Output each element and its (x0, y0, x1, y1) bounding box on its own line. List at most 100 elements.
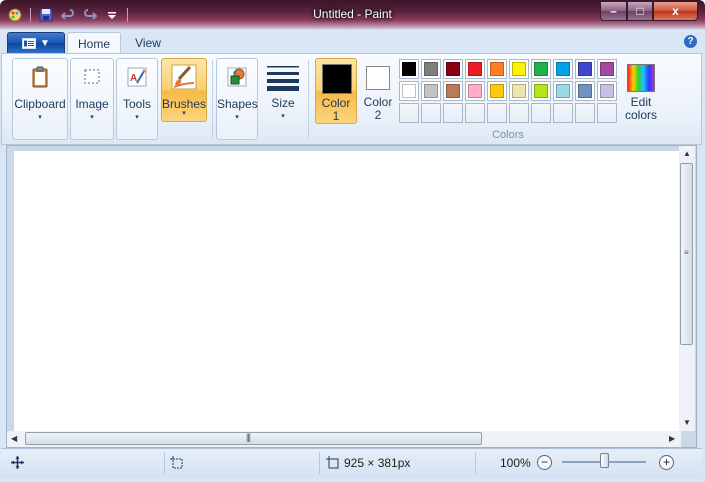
color-swatch (446, 84, 460, 98)
brushes-button[interactable]: Brushes ▾ (161, 58, 207, 122)
zoom-out-button[interactable]: − (537, 455, 552, 470)
palette-color[interactable] (443, 81, 463, 101)
app-menu-arrow-icon: ▼ (40, 37, 50, 49)
scroll-up-icon[interactable]: ▲ (683, 149, 691, 158)
tab-view[interactable]: View (124, 32, 172, 54)
color-swatch (402, 84, 416, 98)
maximize-button[interactable]: □ (627, 1, 653, 21)
palette-color[interactable] (531, 59, 551, 79)
horizontal-scrollbar[interactable]: ◀ ||| ▶ (7, 431, 681, 447)
color-swatch (534, 62, 548, 76)
palette-custom-slot[interactable] (487, 103, 507, 123)
palette-color[interactable] (443, 59, 463, 79)
palette-color[interactable] (465, 59, 485, 79)
grip-icon: ||| (246, 432, 251, 442)
palette-color[interactable] (509, 59, 529, 79)
color-swatch (402, 62, 416, 76)
palette-color[interactable] (575, 81, 595, 101)
status-separator (319, 452, 320, 474)
vertical-scrollbar[interactable]: ▲ ≡ ▼ (679, 146, 695, 431)
palette-color[interactable] (421, 59, 441, 79)
palette-custom-slot[interactable] (509, 103, 529, 123)
clipboard-icon (32, 66, 48, 88)
palette-color[interactable] (575, 59, 595, 79)
canvas-area: ▲ ≡ ▼ ◀ ||| ▶ (6, 145, 697, 448)
chevron-down-icon: ▾ (135, 114, 139, 121)
shapes-button[interactable]: Shapes ▾ (216, 58, 258, 140)
palette-custom-slot[interactable] (399, 103, 419, 123)
canvas-size-text: 925 × 381px (344, 456, 411, 470)
palette-custom-slot[interactable] (465, 103, 485, 123)
line-size-icon (267, 66, 299, 91)
select-icon (84, 69, 100, 84)
brush-icon (171, 64, 197, 90)
close-button[interactable]: x (653, 1, 698, 21)
status-separator (475, 452, 476, 474)
palette-color[interactable] (421, 81, 441, 101)
tools-label: Tools (122, 97, 151, 111)
palette-custom-slot[interactable] (443, 103, 463, 123)
canvas-size-icon (326, 456, 339, 469)
palette-color[interactable] (465, 81, 485, 101)
size-label: Size (271, 96, 295, 110)
title-bar[interactable]: Untitled - Paint – □ x (0, 0, 705, 30)
scroll-down-icon[interactable]: ▼ (683, 418, 691, 427)
chevron-down-icon: ▾ (235, 114, 239, 121)
minimize-button[interactable]: – (600, 1, 627, 21)
chevron-down-icon: ▾ (182, 110, 186, 117)
close-icon: x (672, 4, 679, 18)
color-swatch (556, 84, 570, 98)
palette-color[interactable] (553, 59, 573, 79)
palette-color[interactable] (531, 81, 551, 101)
edit-colors-button[interactable]: Edit colors (620, 58, 662, 140)
palette-custom-slot[interactable] (421, 103, 441, 123)
palette-color[interactable] (597, 81, 617, 101)
group-separator (308, 60, 309, 138)
palette-color[interactable] (487, 59, 507, 79)
color-spectrum-icon (627, 64, 655, 92)
tab-home[interactable]: Home (67, 32, 121, 55)
app-menu-button[interactable]: ▼ (7, 32, 65, 54)
palette-custom-slot[interactable] (597, 103, 617, 123)
clipboard-button[interactable]: Clipboard ▾ (12, 58, 68, 140)
drawing-canvas[interactable] (14, 151, 681, 433)
zoom-in-button[interactable]: + (659, 455, 674, 470)
status-bar: 925 × 381px 100% − + (1, 448, 702, 478)
chevron-down-icon: ▾ (281, 113, 285, 120)
color-swatch (424, 62, 438, 76)
palette-custom-slot[interactable] (531, 103, 551, 123)
help-icon[interactable]: ? (684, 35, 697, 48)
color-swatch (534, 84, 548, 98)
palette-color[interactable] (399, 59, 419, 79)
color1-button[interactable]: Color 1 (315, 58, 357, 124)
chevron-down-icon: ▾ (90, 114, 94, 121)
scroll-left-icon[interactable]: ◀ (11, 434, 17, 443)
palette-custom-slot[interactable] (575, 103, 595, 123)
scroll-right-icon[interactable]: ▶ (669, 434, 675, 443)
color2-swatch (366, 66, 390, 90)
color-swatch (600, 62, 614, 76)
color-swatch (446, 62, 460, 76)
color2-button[interactable]: Color 2 (357, 58, 399, 124)
palette-custom-slot[interactable] (553, 103, 573, 123)
tools-icon: A (127, 67, 147, 87)
color-palette (399, 59, 617, 123)
color1-swatch (322, 64, 352, 94)
paint-window: Untitled - Paint – □ x ▼ Home View ? Cli… (0, 0, 705, 482)
zoom-slider-thumb[interactable] (599, 453, 609, 468)
horizontal-scroll-thumb[interactable]: ||| (25, 432, 482, 445)
palette-color[interactable] (597, 59, 617, 79)
selection-size-icon (170, 456, 183, 469)
palette-color[interactable] (553, 81, 573, 101)
image-label: Image (75, 97, 109, 111)
palette-color[interactable] (399, 81, 419, 101)
vertical-scroll-thumb[interactable]: ≡ (680, 163, 693, 345)
image-button[interactable]: Image ▾ (70, 58, 114, 140)
cursor-position-icon (11, 456, 24, 469)
edit-colors-label: Edit colors (624, 95, 657, 122)
palette-color[interactable] (509, 81, 529, 101)
tools-button[interactable]: A Tools ▾ (116, 58, 158, 140)
size-button[interactable]: Size ▾ (262, 58, 304, 140)
color-swatch (578, 62, 592, 76)
palette-color[interactable] (487, 81, 507, 101)
